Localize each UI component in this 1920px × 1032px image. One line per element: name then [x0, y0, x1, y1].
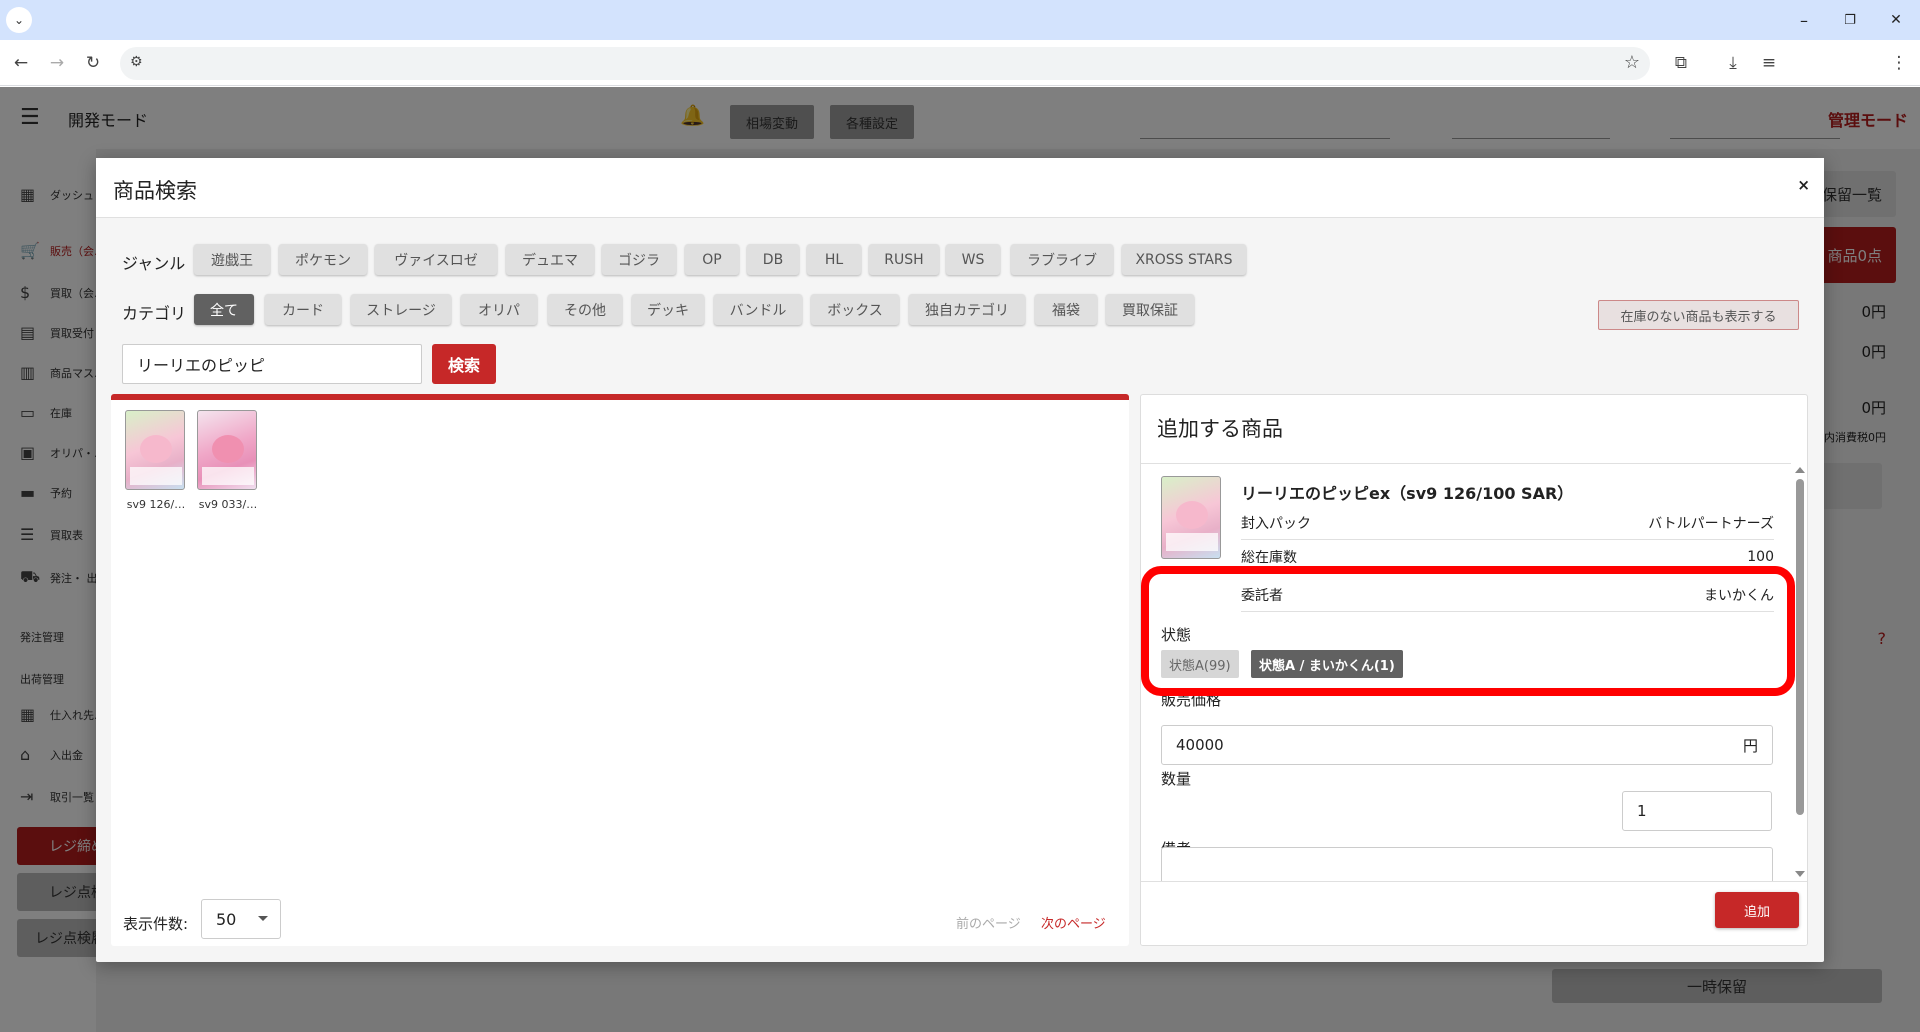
genre-chip[interactable]: OP	[685, 244, 739, 275]
category-chip-selected[interactable]: 全て	[194, 294, 254, 325]
result-caption: sv9 126/…	[126, 498, 186, 511]
genre-chip[interactable]: DB	[747, 244, 799, 275]
result-card[interactable]: sv9 126/…	[125, 410, 187, 511]
address-bar[interactable]: ⚙ ☆	[120, 47, 1650, 80]
browser-toolbar: ← → ↻ ⚙ ☆ ⧉ ⤓ ≡ ⋮	[0, 40, 1920, 86]
add-product-scroll-area[interactable]: リーリエのピッピex（sv9 126/100 SAR） 封入パック バトルパート…	[1141, 463, 1791, 881]
consignor-row: 委託者 まいかくん	[1241, 578, 1774, 612]
minimize-button[interactable]: –	[1792, 8, 1816, 32]
add-product-panel: 追加する商品 リーリエのピッピex（sv9 126/100 SAR） 封入パック…	[1140, 394, 1808, 946]
page-size-value: 50	[216, 909, 237, 929]
add-product-title: 追加する商品	[1157, 417, 1283, 441]
search-results-panel: sv9 126/… sv9 033/…	[111, 394, 1129, 946]
price-value: 40000	[1176, 736, 1224, 754]
category-chip[interactable]: 買取保証	[1106, 294, 1194, 325]
price-label: 販売価格	[1161, 691, 1222, 709]
browser-menu-icon[interactable]: ⋮	[1886, 50, 1912, 76]
genre-label: ジャンル	[122, 254, 186, 273]
genre-chip[interactable]: ゴジラ	[602, 244, 676, 275]
scroll-thumb[interactable]	[1796, 479, 1804, 815]
site-info-icon[interactable]: ⚙	[130, 54, 143, 70]
close-window-button[interactable]: ✕	[1884, 8, 1908, 32]
detail-scrollbar[interactable]	[1793, 463, 1807, 881]
consignor-label: 委託者	[1241, 587, 1283, 604]
pack-row: 封入パック バトルパートナーズ	[1241, 506, 1774, 540]
condition-chip-selected[interactable]: 状態A / まいかくん(1)	[1251, 650, 1403, 678]
category-chip[interactable]: オリパ	[461, 294, 537, 325]
pack-value: バトルパートナーズ	[1648, 515, 1774, 532]
pack-label: 封入パック	[1241, 515, 1311, 532]
category-chip[interactable]: その他	[548, 294, 622, 325]
total-stock-row: 総在庫数 100	[1241, 540, 1774, 574]
result-caption: sv9 033/…	[198, 498, 258, 511]
extensions-icon[interactable]: ⧉	[1668, 50, 1694, 76]
consignor-value: まいかくん	[1704, 587, 1774, 604]
tab-search-button[interactable]: ⌄	[6, 7, 32, 33]
show-out-of-stock-button[interactable]: 在庫のない商品も表示する	[1598, 300, 1799, 330]
page-size-label: 表示件数:	[123, 915, 189, 933]
quantity-label: 数量	[1161, 770, 1192, 788]
scroll-up-icon[interactable]	[1795, 467, 1805, 473]
add-button[interactable]: 追加	[1715, 892, 1799, 928]
total-stock-label: 総在庫数	[1241, 550, 1297, 566]
forward-button[interactable]: →	[44, 50, 70, 76]
price-input[interactable]: 40000 円	[1161, 725, 1773, 765]
total-stock-value: 100	[1747, 549, 1774, 565]
product-name: リーリエのピッピex（sv9 126/100 SAR）	[1241, 484, 1574, 503]
download-icon[interactable]: ⤓	[1720, 50, 1746, 76]
modal-title: 商品検索	[113, 179, 197, 203]
back-button[interactable]: ←	[8, 50, 34, 76]
prev-page-link[interactable]: 前のページ	[956, 913, 1021, 932]
genre-chip[interactable]: ラブライブ	[1011, 244, 1113, 275]
search-input[interactable]: リーリエのピッピ	[122, 344, 422, 384]
add-product-footer: 追加	[1141, 881, 1807, 945]
genre-chip[interactable]: WS	[946, 244, 1000, 275]
page-size-select[interactable]: 50	[201, 899, 281, 939]
product-search-modal: 商品検索 × ジャンル カテゴリ 在庫のない商品も表示する リーリエのピッピ 検…	[96, 158, 1824, 962]
next-page-link[interactable]: 次のページ	[1041, 913, 1106, 932]
media-control-icon[interactable]: ≡	[1756, 50, 1782, 76]
price-unit: 円	[1742, 736, 1758, 755]
genre-chip[interactable]: RUSH	[869, 244, 939, 275]
category-chip[interactable]: 独自カテゴリ	[909, 294, 1025, 325]
condition-chip[interactable]: 状態A(99)	[1161, 650, 1239, 678]
genre-chip[interactable]: HL	[807, 244, 861, 275]
scroll-down-icon[interactable]	[1795, 871, 1805, 877]
category-chip[interactable]: ボックス	[811, 294, 899, 325]
genre-chip[interactable]: ヴァイスロゼ	[375, 244, 497, 275]
genre-chip[interactable]: 遊戯王	[194, 244, 270, 275]
close-icon[interactable]: ×	[1797, 176, 1810, 194]
dropdown-caret-icon	[258, 916, 268, 921]
bookmark-star-icon[interactable]: ☆	[1624, 52, 1640, 73]
browser-titlebar: ⌄ – ❐ ✕	[0, 0, 1920, 40]
genre-chip[interactable]: デュエマ	[506, 244, 594, 275]
restore-button[interactable]: ❐	[1838, 8, 1862, 32]
product-thumbnail	[1161, 476, 1221, 559]
reload-button[interactable]: ↻	[80, 50, 106, 76]
category-chip[interactable]: 福袋	[1035, 294, 1097, 325]
genre-chip[interactable]: ポケモン	[279, 244, 367, 275]
quantity-input[interactable]: 1	[1622, 791, 1772, 831]
memo-input[interactable]	[1161, 847, 1773, 881]
category-chip[interactable]: バンドル	[714, 294, 802, 325]
category-chip[interactable]: デッキ	[632, 294, 704, 325]
category-chip[interactable]: ストレージ	[351, 294, 451, 325]
card-image	[125, 410, 185, 490]
category-label: カテゴリ	[122, 304, 187, 323]
condition-label: 状態	[1161, 626, 1192, 644]
card-image	[197, 410, 257, 490]
category-chip[interactable]: カード	[265, 294, 341, 325]
genre-chip[interactable]: XROSS STARS	[1122, 244, 1246, 275]
search-button[interactable]: 検索	[432, 344, 496, 384]
modal-header: 商品検索 ×	[96, 158, 1824, 218]
result-card[interactable]: sv9 033/…	[197, 410, 259, 511]
